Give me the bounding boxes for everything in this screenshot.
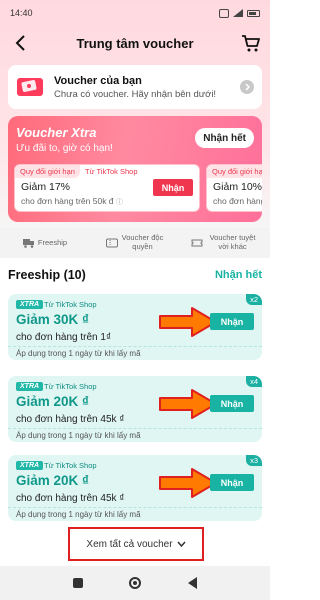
divider xyxy=(8,346,262,347)
xtra-claim-all-button[interactable]: Nhận hết xyxy=(195,128,254,148)
voucher-amount: Giảm 20K ₫ xyxy=(16,394,89,409)
battery-icon xyxy=(247,9,260,17)
info-icon: ⓘ xyxy=(115,199,123,206)
category-tabs: Freeship Voucher độc quyền Voucher tuyệt… xyxy=(0,228,270,258)
home-icon[interactable] xyxy=(129,577,142,589)
annotation-arrow-icon xyxy=(159,468,217,498)
freeship-title: Freeship (10) xyxy=(8,268,86,282)
freeship-voucher-card: x4 XTRA Từ TikTok Shop Giảm 20K ₫ cho đơ… xyxy=(8,376,262,442)
voucher-validity: Áp dụng trong 1 ngày từ khi lấy mã xyxy=(16,510,141,519)
divider xyxy=(8,428,262,429)
status-icons xyxy=(219,8,260,18)
xtra-badge: XTRA xyxy=(16,300,44,309)
freeship-section-header: Freeship (10) Nhận hết xyxy=(0,262,270,288)
back-icon[interactable] xyxy=(187,577,197,589)
voucher-condition: cho đơn hàng trên 1₫ xyxy=(16,332,112,343)
page-title: Trung tâm voucher xyxy=(76,35,194,51)
status-time: 14:40 xyxy=(10,8,33,18)
voucher-condition: cho đơn hàng trên 45k ₫ xyxy=(16,414,125,425)
xtra-amount: Giảm 17% xyxy=(21,181,71,193)
my-voucher-subtitle: Chưa có voucher. Hãy nhận bên dưới! xyxy=(54,88,217,100)
truck-icon xyxy=(22,239,34,248)
chevron-right-icon[interactable] xyxy=(240,80,254,94)
see-all-label: Xem tất cả voucher xyxy=(86,538,173,550)
voucher-shop: Từ TikTok Shop xyxy=(44,300,97,309)
voucher-amount: Giảm 20K ₫ xyxy=(16,473,89,488)
xtra-condition: cho đơn hàng trên 50k đ ⓘ xyxy=(21,196,123,206)
xtra-condition: cho đơn hàng xyxy=(213,196,262,206)
voucher-shop: Từ TikTok Shop xyxy=(44,461,97,470)
ticket-icon xyxy=(191,239,202,247)
xtra-amount: Giảm 10% xyxy=(213,181,262,193)
category-exclusive[interactable]: Voucher độc quyền xyxy=(90,233,180,251)
signal-icon xyxy=(233,9,243,17)
claim-voucher-button[interactable]: Nhận xyxy=(210,313,254,330)
voucher-validity: Áp dụng trong 1 ngày từ khi lấy mã xyxy=(16,349,141,358)
back-arrow-icon[interactable] xyxy=(10,32,32,54)
category-others[interactable]: Voucher tuyệt vời khác xyxy=(180,233,270,251)
see-all-vouchers-button[interactable]: Xem tất cả voucher xyxy=(68,527,204,561)
freeship-claim-all-button[interactable]: Nhận hết xyxy=(215,269,262,281)
voucher-condition: cho đơn hàng trên 45k ₫ xyxy=(16,493,125,504)
xtra-limit-tag: Quy đổi giới hạn xyxy=(15,165,80,178)
freeship-voucher-card: x2 XTRA Từ TikTok Shop Giảm 30K ₫ cho đơ… xyxy=(8,294,262,360)
xtra-shop-tag: Từ TikTok Shop xyxy=(84,167,138,176)
cart-icon[interactable] xyxy=(240,32,262,54)
voucher-amount: Giảm 30K ₫ xyxy=(16,312,89,327)
my-voucher-card[interactable]: Voucher của bạn Chưa có voucher. Hãy nhậ… xyxy=(8,65,262,109)
divider xyxy=(8,507,262,508)
xtra-title: Voucher Xtra xyxy=(16,125,97,140)
claim-voucher-button[interactable]: Nhận xyxy=(210,474,254,491)
freeship-voucher-card: x3 XTRA Từ TikTok Shop Giảm 20K ₫ cho đơ… xyxy=(8,455,262,521)
xtra-claim-button[interactable]: Nhận xyxy=(153,179,193,196)
annotation-arrow-icon xyxy=(159,307,217,337)
quantity-badge: x3 xyxy=(246,455,262,466)
xtra-limit-tag: Quy đổi giới hạn xyxy=(207,165,262,178)
page-header: Trung tâm voucher xyxy=(0,28,270,58)
voucher-shop: Từ TikTok Shop xyxy=(44,382,97,391)
voucher-xtra-banner: Voucher Xtra Ưu đãi to, giờ có hạn! Nhận… xyxy=(8,116,262,222)
sim-icon xyxy=(219,8,229,18)
xtra-badge: XTRA xyxy=(16,461,44,470)
category-freeship[interactable]: Freeship xyxy=(0,238,90,248)
annotation-arrow-icon xyxy=(159,389,217,419)
voucher-ticket-icon xyxy=(17,78,43,96)
xtra-voucher-card: Quy đổi giới hạn Từ TikTok Shop Giảm 17%… xyxy=(14,164,200,212)
xtra-badge: XTRA xyxy=(16,382,44,391)
xtra-subtitle: Ưu đãi to, giờ có hạn! xyxy=(16,143,113,154)
chevron-down-icon xyxy=(177,541,186,547)
voucher-icon xyxy=(105,238,118,248)
my-voucher-title: Voucher của bạn xyxy=(54,74,142,87)
recent-apps-icon[interactable] xyxy=(73,578,84,588)
xtra-voucher-card: Quy đổi giới hạn Giảm 10% cho đơn hàng xyxy=(206,164,262,212)
claim-voucher-button[interactable]: Nhận xyxy=(210,395,254,412)
voucher-validity: Áp dụng trong 1 ngày từ khi lấy mã xyxy=(16,431,141,440)
quantity-badge: x2 xyxy=(246,294,262,305)
status-bar: 14:40 xyxy=(0,0,270,26)
system-nav-bar xyxy=(0,566,270,600)
quantity-badge: x4 xyxy=(246,376,262,387)
